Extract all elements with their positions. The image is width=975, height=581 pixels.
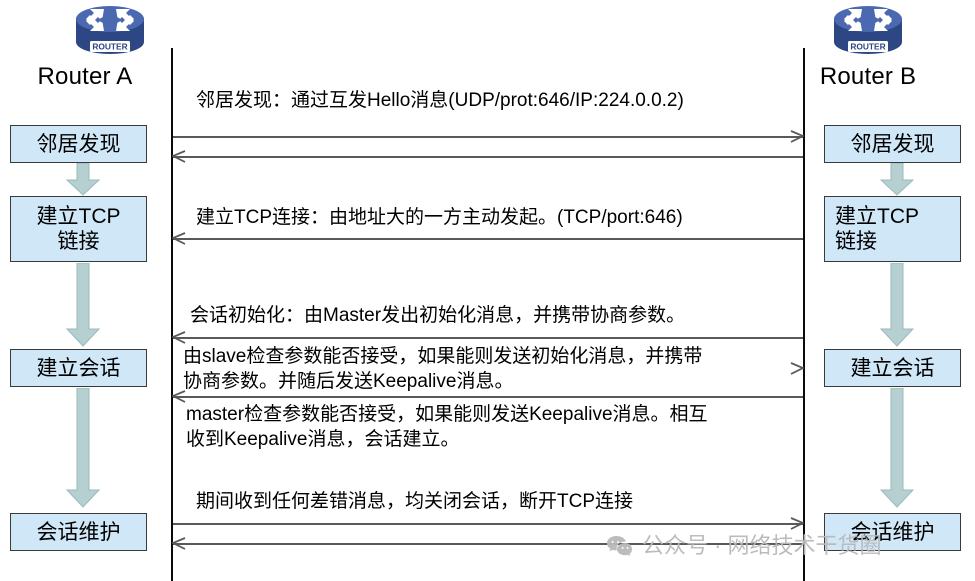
- message-line-session-init-slave: [173, 396, 803, 398]
- flow-arrow-right-3: [879, 388, 915, 508]
- diagram-canvas: ROUTER Router A ROUTER Router B 邻居发现 建立T…: [0, 0, 975, 581]
- svg-text:ROUTER: ROUTER: [850, 42, 885, 52]
- arrowhead-right: [790, 517, 804, 531]
- stage-right-session-setup[interactable]: 建立会话: [824, 349, 961, 387]
- svg-text:ROUTER: ROUTER: [92, 42, 127, 52]
- arrowhead-left: [172, 232, 186, 246]
- flow-arrow-right-1: [879, 163, 915, 196]
- message-label-tcp-setup: 建立TCP连接：由地址大的一方主动发起。(TCP/port:646): [196, 207, 683, 228]
- message-label-hello: 邻居发现：通过互发Hello消息(UDP/prot:646/IP:224.0.0…: [196, 90, 684, 111]
- flow-arrow-left-2: [65, 263, 101, 347]
- flow-arrow-left-1: [65, 163, 101, 196]
- message-line-hello-forward: [173, 136, 803, 138]
- stage-left-neighbor-discovery[interactable]: 邻居发现: [10, 125, 147, 163]
- stage-left-session-setup[interactable]: 建立会话: [10, 349, 147, 387]
- arrowhead-left: [172, 537, 186, 551]
- arrowhead-right: [790, 362, 804, 376]
- message-line-teardown-forward: [173, 523, 803, 525]
- message-line-tcp-setup: [173, 238, 803, 240]
- message-label-session-init-master-ack: master检查参数能否接受，如果能则发送Keepalive消息。相互 收到Ke…: [186, 404, 708, 450]
- message-label-session-teardown: 期间收到任何差错消息，均关闭会话，断开TCP连接: [196, 491, 634, 512]
- message-label-session-init-slave: 由slave检查参数能否接受，如果能则发送初始化消息，并携带 协商参数。并随后发…: [183, 346, 703, 392]
- flow-arrow-left-3: [65, 388, 101, 508]
- router-icon: ROUTER: [826, 2, 910, 58]
- watermark-text: 公众号 · 网络技术干货圈: [642, 533, 882, 558]
- stage-label: 建立TCP 链接: [835, 205, 919, 253]
- stage-label: 建立TCP 链接: [36, 205, 121, 253]
- arrowhead-right: [790, 130, 804, 144]
- arrowhead-left: [172, 150, 186, 164]
- router-icon: ROUTER: [68, 2, 152, 58]
- arrowhead-left: [172, 390, 186, 404]
- stage-label: 建立会话: [850, 356, 935, 380]
- stage-label: 邻居发现: [36, 132, 121, 156]
- watermark: 公众号 · 网络技术干货圈: [606, 533, 882, 559]
- message-label-session-init-master: 会话初始化：由Master发出初始化消息，并携带协商参数。: [190, 305, 686, 326]
- stage-left-session-maintain[interactable]: 会话维护: [10, 513, 147, 551]
- stage-label: 会话维护: [36, 520, 121, 544]
- router-b-icon-group: ROUTER: [818, 2, 918, 64]
- message-line-hello-reverse: [173, 156, 803, 158]
- message-line-session-init-master: [173, 337, 803, 339]
- flow-arrow-right-2: [879, 263, 915, 347]
- stage-label: 邻居发现: [850, 132, 935, 156]
- stage-right-neighbor-discovery[interactable]: 邻居发现: [824, 125, 961, 163]
- lifeline-router-a: [171, 48, 173, 581]
- stage-right-tcp-connect[interactable]: 建立TCP 链接: [824, 196, 961, 262]
- wechat-icon: [606, 534, 634, 558]
- arrowhead-left: [172, 331, 186, 345]
- router-a-label: Router A: [37, 63, 133, 90]
- router-a-icon-group: ROUTER: [60, 2, 160, 64]
- stage-label: 建立会话: [36, 356, 121, 380]
- stage-left-tcp-connect[interactable]: 建立TCP 链接: [10, 196, 147, 262]
